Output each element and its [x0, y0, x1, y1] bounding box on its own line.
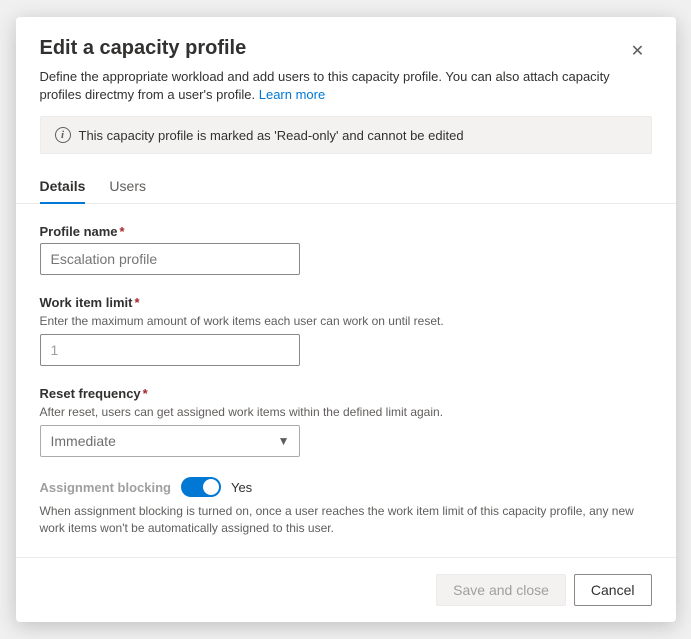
learn-more-link[interactable]: Learn more	[259, 87, 325, 102]
edit-capacity-profile-dialog: Edit a capacity profile ✕ Define the app…	[16, 17, 676, 622]
info-icon: i	[55, 127, 71, 143]
work-item-limit-input[interactable]	[40, 334, 300, 366]
reset-frequency-select[interactable]: Immediate Daily Weekly Monthly	[40, 425, 300, 457]
dialog-footer: Save and close Cancel	[16, 557, 676, 622]
dialog-title: Edit a capacity profile	[40, 37, 247, 68]
reset-frequency-label: Reset frequency*	[40, 386, 652, 401]
readonly-banner: i This capacity profile is marked as 'Re…	[40, 116, 652, 154]
cancel-button[interactable]: Cancel	[574, 574, 652, 606]
tabs-bar: Details Users	[16, 170, 676, 204]
tab-details[interactable]: Details	[40, 170, 86, 204]
reset-frequency-group: Reset frequency* After reset, users can …	[40, 386, 652, 457]
reset-frequency-select-wrapper: Immediate Daily Weekly Monthly ▼	[40, 425, 300, 457]
assignment-blocking-description: When assignment blocking is turned on, o…	[40, 503, 652, 537]
profile-name-group: Profile name*	[40, 224, 652, 275]
work-item-limit-group: Work item limit* Enter the maximum amoun…	[40, 295, 652, 366]
readonly-text: This capacity profile is marked as 'Read…	[79, 128, 464, 143]
toggle-knob	[203, 479, 219, 495]
dialog-description: Define the appropriate workload and add …	[16, 68, 676, 116]
close-icon: ✕	[631, 41, 644, 61]
assignment-blocking-toggle[interactable]	[181, 477, 221, 497]
save-and-close-button[interactable]: Save and close	[436, 574, 566, 606]
assignment-blocking-group: Assignment blocking Yes When assignment …	[40, 477, 652, 537]
profile-name-input[interactable]	[40, 243, 300, 275]
profile-name-label: Profile name*	[40, 224, 652, 239]
dialog-header: Edit a capacity profile ✕	[16, 17, 676, 68]
dialog-body: Profile name* Work item limit* Enter the…	[16, 224, 676, 557]
toggle-yes-label: Yes	[231, 480, 252, 495]
work-item-limit-sublabel: Enter the maximum amount of work items e…	[40, 314, 652, 328]
work-item-limit-label: Work item limit*	[40, 295, 652, 310]
close-button[interactable]: ✕	[624, 37, 652, 65]
reset-frequency-sublabel: After reset, users can get assigned work…	[40, 405, 652, 419]
assignment-blocking-label: Assignment blocking	[40, 480, 171, 495]
assignment-blocking-row: Assignment blocking Yes	[40, 477, 652, 497]
tab-users[interactable]: Users	[109, 170, 146, 204]
